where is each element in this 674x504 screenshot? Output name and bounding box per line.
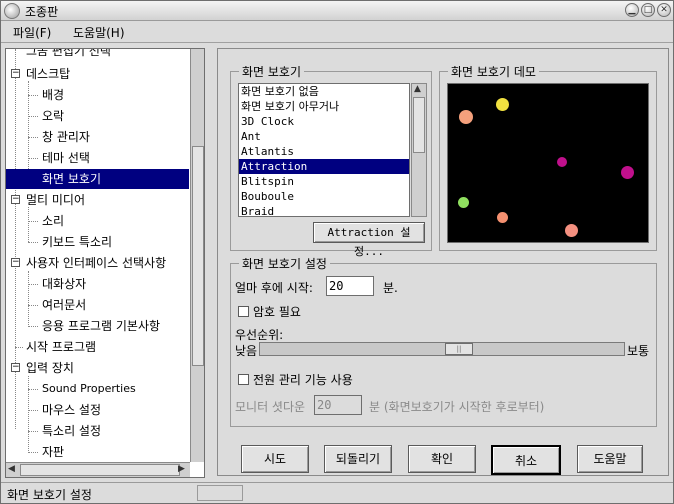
slider-handle[interactable]: || bbox=[445, 343, 473, 355]
close-icon[interactable]: ✕ bbox=[657, 3, 671, 17]
demo-group-label: 화면 보호기 데모 bbox=[448, 63, 539, 80]
scrollbar-thumb[interactable] bbox=[413, 97, 425, 153]
tree-item-entertainment[interactable]: 오락 bbox=[6, 106, 189, 126]
arrow-left-icon[interactable]: ◀ bbox=[8, 464, 15, 474]
settings-group-label: 화면 보호기 설정 bbox=[239, 255, 330, 272]
tree-item-input-devices[interactable]: − 입력 장치 bbox=[6, 358, 189, 378]
gnome-foot-icon[interactable] bbox=[4, 3, 20, 19]
tree-item-background[interactable]: 배경 bbox=[6, 85, 189, 105]
priority-slider[interactable]: || bbox=[259, 342, 625, 356]
tree-item-sound-properties[interactable]: Sound Properties bbox=[6, 379, 189, 399]
minimize-icon[interactable]: ▁ bbox=[625, 3, 639, 17]
window-title: 조종판 bbox=[25, 5, 59, 19]
collapse-icon[interactable]: − bbox=[11, 258, 20, 267]
preview-dot bbox=[565, 224, 578, 237]
screensaver-list-scrollbar[interactable]: ▲ bbox=[411, 83, 427, 217]
status-text: 화면 보호기 설정 bbox=[7, 488, 92, 502]
menu-file[interactable]: 파일(F) bbox=[13, 24, 51, 41]
collapse-icon[interactable]: − bbox=[11, 69, 20, 78]
monitor-shutdown-unit: 분 (화면보호기가 시작한 후로부터) bbox=[369, 400, 545, 414]
list-item[interactable]: 3D Clock bbox=[239, 114, 409, 129]
status-bar: 화면 보호기 설정 bbox=[1, 482, 673, 503]
tree-horizontal-scrollbar[interactable]: ◀ ▶ bbox=[6, 462, 190, 477]
preview-dot bbox=[496, 98, 509, 111]
tree-item-app-defaults[interactable]: 응용 프로그램 기본사항 bbox=[6, 316, 189, 336]
tree-vertical-scrollbar[interactable] bbox=[190, 49, 204, 462]
help-button[interactable]: 도움말 bbox=[577, 445, 643, 473]
menu-help[interactable]: 도움말(H) bbox=[73, 24, 125, 41]
screensaver-settings-button[interactable]: Attraction 설정... bbox=[313, 222, 425, 258]
arrow-right-icon[interactable]: ▶ bbox=[178, 464, 185, 474]
scrollbar-thumb[interactable] bbox=[20, 464, 180, 476]
collapse-icon[interactable]: − bbox=[11, 363, 20, 372]
tree-item-window-manager[interactable]: 창 관리자 bbox=[6, 127, 189, 147]
list-item[interactable]: Bouboule bbox=[239, 189, 409, 204]
preview-dot bbox=[621, 166, 634, 179]
screensaver-preview bbox=[447, 83, 649, 243]
scrollbar-thumb[interactable] bbox=[192, 146, 204, 366]
list-item[interactable]: Braid bbox=[239, 204, 409, 216]
tree-item-mdi[interactable]: 여러문서 bbox=[6, 295, 189, 315]
screensaver-list[interactable]: 화면 보호기 없음 화면 보호기 아무거나 3D Clock Ant Atlan… bbox=[238, 83, 410, 217]
maximize-icon[interactable]: □ bbox=[641, 3, 655, 17]
tree-item-startup-programs[interactable]: 시작 프로그램 bbox=[6, 337, 189, 357]
control-center-window: 조종판 ▁ □ ✕ 파일(F) 도움말(H) 그놈 편집기 선택 − 데스크탑 … bbox=[0, 0, 674, 504]
tree-item-mouse[interactable]: 마우스 설정 bbox=[6, 400, 189, 420]
revert-button[interactable]: 되돌리기 bbox=[324, 445, 392, 473]
preview-dot bbox=[557, 157, 567, 167]
list-item[interactable]: Blitspin bbox=[239, 174, 409, 189]
tree-item-keyboard[interactable]: 자판 bbox=[6, 442, 189, 462]
priority-label: 우선순위: bbox=[235, 328, 284, 342]
password-label[interactable]: 암호 필요 bbox=[253, 303, 301, 320]
tree-item-bell-settings[interactable]: 특소리 설정 bbox=[6, 421, 189, 441]
list-item[interactable]: 화면 보호기 아무거나 bbox=[239, 99, 409, 114]
list-item[interactable]: 화면 보호기 없음 bbox=[239, 84, 409, 99]
list-item-selected[interactable]: Attraction bbox=[239, 159, 409, 174]
preview-dot bbox=[459, 110, 473, 124]
capplet-tree: 그놈 편집기 선택 − 데스크탑 배경 오락 창 관리자 테마 선택 화면 보호… bbox=[5, 48, 205, 478]
priority-high-label: 보통 bbox=[627, 344, 650, 358]
preview-dot bbox=[497, 212, 508, 223]
start-after-field[interactable]: 20 bbox=[326, 276, 374, 296]
tree-item-desktop[interactable]: − 데스크탑 bbox=[6, 64, 189, 84]
tree-item-screensaver[interactable]: 화면 보호기 bbox=[6, 169, 189, 189]
screensaver-group-label: 화면 보호기 bbox=[239, 63, 305, 80]
power-management-label[interactable]: 전원 관리 기능 사용 bbox=[253, 371, 353, 388]
tree-item-multimedia[interactable]: − 멀티 미디어 bbox=[6, 190, 189, 210]
start-after-label: 얼마 후에 시작: bbox=[235, 281, 313, 295]
monitor-shutdown-field[interactable]: 20 bbox=[314, 395, 362, 415]
priority-low-label: 낮음 bbox=[235, 344, 258, 358]
cancel-button[interactable]: 취소 bbox=[491, 445, 561, 475]
tree-item-keyboard-bell[interactable]: 키보드 특소리 bbox=[6, 232, 189, 252]
preview-dot bbox=[458, 197, 469, 208]
start-after-unit: 분. bbox=[383, 281, 398, 295]
list-item[interactable]: Atlantis bbox=[239, 144, 409, 159]
pane-splitter[interactable] bbox=[207, 48, 215, 478]
password-checkbox[interactable] bbox=[238, 306, 249, 317]
tree-item-sound[interactable]: 소리 bbox=[6, 211, 189, 231]
collapse-icon[interactable]: − bbox=[11, 195, 20, 204]
ok-button[interactable]: 확인 bbox=[408, 445, 476, 473]
power-management-checkbox[interactable] bbox=[238, 374, 249, 385]
menu-bar: 파일(F) 도움말(H) bbox=[1, 21, 673, 43]
monitor-shutdown-label: 모니터 셧다운 bbox=[235, 400, 306, 414]
tree-item-theme-selector[interactable]: 테마 선택 bbox=[6, 148, 189, 168]
tree-item-partial[interactable]: 그놈 편집기 선택 bbox=[26, 49, 204, 61]
try-button[interactable]: 시도 bbox=[241, 445, 309, 473]
tree-item-dialogs[interactable]: 대화상자 bbox=[6, 274, 189, 294]
list-item[interactable]: Ant bbox=[239, 129, 409, 144]
arrow-up-icon[interactable]: ▲ bbox=[414, 84, 421, 94]
tree-item-ui-options[interactable]: − 사용자 인터페이스 선택사항 bbox=[6, 253, 189, 273]
title-bar[interactable]: 조종판 ▁ □ ✕ bbox=[1, 1, 673, 21]
status-progress bbox=[197, 485, 243, 501]
